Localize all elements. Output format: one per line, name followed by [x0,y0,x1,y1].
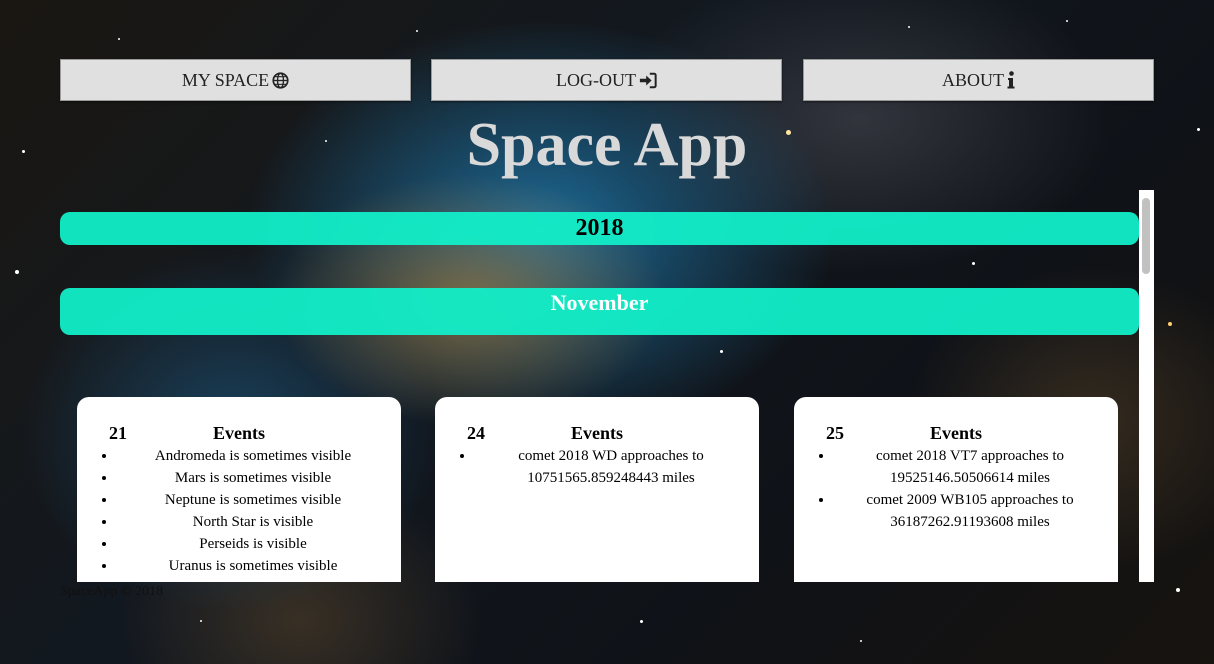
scrollbar-thumb[interactable] [1142,198,1150,274]
card-header: Events 25 [806,423,1106,445]
day-card: Events 25 comet 2018 VT7 approaches to 1… [794,397,1118,582]
event-list: comet 2018 VT7 approaches to 19525146.50… [806,445,1106,533]
year-label: 2018 [575,215,624,241]
month-label: November [550,290,649,315]
event-list: Andromeda is sometimes visible Mars is s… [89,445,389,577]
about-label: ABOUT [942,69,1004,90]
day-card: Events 24 comet 2018 WD approaches to 10… [435,397,759,582]
star [200,620,202,622]
day-card: Events 21 Andromeda is sometimes visible… [77,397,401,582]
event-item: Uranus is sometimes visible [117,555,389,577]
star [860,640,862,642]
event-item: Mars is sometimes visible [117,467,389,489]
card-header: Events 24 [447,423,747,445]
day-number: 24 [467,423,485,443]
year-header: 2018 [60,212,1139,245]
events-heading: Events [929,423,982,443]
sign-in-icon [639,72,657,89]
log-out-label: LOG-OUT [556,69,636,90]
star [1066,20,1068,22]
page-title: Space App [466,111,748,179]
vertical-scrollbar[interactable] [1139,190,1154,582]
event-item: Neptune is sometimes visible [117,489,389,511]
my-space-button[interactable]: MY SPACE [60,59,411,101]
event-item: comet 2018 VT7 approaches to 19525146.50… [834,445,1106,489]
my-space-label: MY SPACE [181,69,270,90]
star [1176,588,1180,592]
globe-icon [272,71,289,89]
event-item: North Star is visible [117,511,389,533]
day-number: 25 [826,423,844,443]
about-button[interactable]: ABOUT [803,59,1154,101]
timeline-scroll-area[interactable]: 2018 November Events 21 Andromeda is som… [60,190,1154,582]
star [640,620,643,623]
event-item: comet 2009 WB105 approaches to 36187262.… [834,489,1106,533]
month-header: November [60,288,1139,335]
star [1168,322,1172,326]
day-number: 21 [109,423,127,443]
info-icon [1007,71,1015,89]
event-item: comet 2018 WD approaches to 10751565.859… [475,445,747,489]
star [118,38,120,40]
footer-copyright: SpaceApp © 2018 [60,584,164,599]
card-header: Events 21 [89,423,389,445]
events-heading: Events [212,423,265,443]
star [416,30,418,32]
star [15,270,19,274]
event-item: Andromeda is sometimes visible [117,445,389,467]
event-list: comet 2018 WD approaches to 10751565.859… [447,445,747,489]
log-out-button[interactable]: LOG-OUT [431,59,782,101]
events-heading: Events [570,423,623,443]
event-item: Perseids is visible [117,533,389,555]
star [908,26,910,28]
